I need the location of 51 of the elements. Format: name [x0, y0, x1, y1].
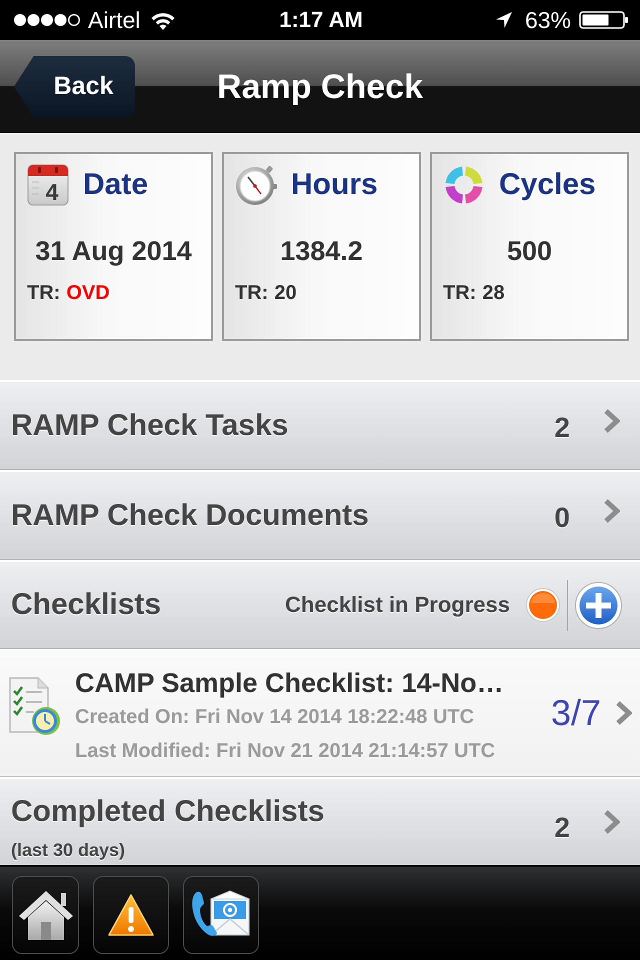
- row-note: (last 30 days): [11, 839, 126, 861]
- status-time: 1:17 AM: [279, 9, 363, 31]
- card-title: Date: [83, 170, 148, 200]
- calendar-icon: 4: [27, 164, 69, 206]
- chevron-right-icon: [603, 498, 620, 524]
- status-dot-icon: [526, 588, 560, 622]
- chevron-right-icon: [603, 408, 620, 434]
- tr-value: OVD: [66, 281, 110, 305]
- chevron-right-icon: [603, 809, 620, 835]
- back-button[interactable]: Back: [14, 56, 135, 118]
- cycle-arrows-icon: [444, 165, 484, 205]
- legend-label: Checklist in Progress: [285, 594, 510, 616]
- tr-label: TR:: [235, 281, 268, 305]
- menu-row[interactable]: Completed Checklists (last 30 days) 2: [0, 777, 640, 865]
- tab-button[interactable]: [93, 876, 169, 954]
- signal-strength-icon: [13, 13, 81, 27]
- section-title: Checklists: [11, 590, 162, 620]
- warning-icon: [107, 893, 155, 937]
- tr-label: TR:: [443, 281, 476, 305]
- chevron-right-icon: [615, 700, 632, 726]
- menu-row[interactable]: RAMP Check Tasks 2: [0, 380, 640, 470]
- tr-value: 28: [482, 281, 505, 305]
- checklist-clock-icon: [8, 676, 62, 737]
- carrier-name: Airtel: [88, 8, 140, 32]
- card-value: 31 Aug 2014: [34, 235, 193, 267]
- tr-label: TR:: [27, 281, 60, 305]
- add-button[interactable]: [575, 582, 622, 628]
- progress-count: 3/7: [550, 694, 601, 730]
- menu-row[interactable]: RAMP Check Documents 0: [0, 470, 640, 560]
- location-arrow-icon: [494, 11, 513, 29]
- modified-date: Last Modified: Fri Nov 21 2014 21:14:57 UTC: [75, 739, 496, 764]
- checklist-title: CAMP Sample Checklist: 14-No…: [75, 667, 505, 700]
- wifi-icon: [150, 10, 176, 30]
- item-count: 2: [554, 814, 570, 842]
- tr-value: 20: [274, 281, 297, 305]
- card-value: 1384.2: [279, 235, 364, 267]
- battery-percent: 63%: [524, 8, 572, 32]
- plus-icon: [575, 582, 622, 628]
- battery-icon: [579, 11, 630, 29]
- stopwatch-icon: [234, 164, 278, 206]
- checklist-item[interactable]: CAMP Sample Checklist: 14-No… Created On: Fri Nov 14 2014 18:22:48 UTC Last Modified: Fri Nov 21 2014 21:14:57 UTC 3/7: [0, 649, 640, 777]
- tab-button[interactable]: [12, 876, 79, 954]
- tab-button[interactable]: [183, 876, 259, 954]
- card-title: Cycles: [499, 170, 596, 200]
- created-date: Created On: Fri Nov 14 2014 18:22:48 UTC: [75, 705, 476, 730]
- item-count: 0: [554, 504, 570, 532]
- item-count: 2: [554, 414, 570, 442]
- screen-title: Ramp Check: [217, 70, 423, 104]
- card-title: Hours: [291, 170, 378, 200]
- house-icon: [18, 888, 74, 942]
- card-value: 500: [506, 235, 554, 267]
